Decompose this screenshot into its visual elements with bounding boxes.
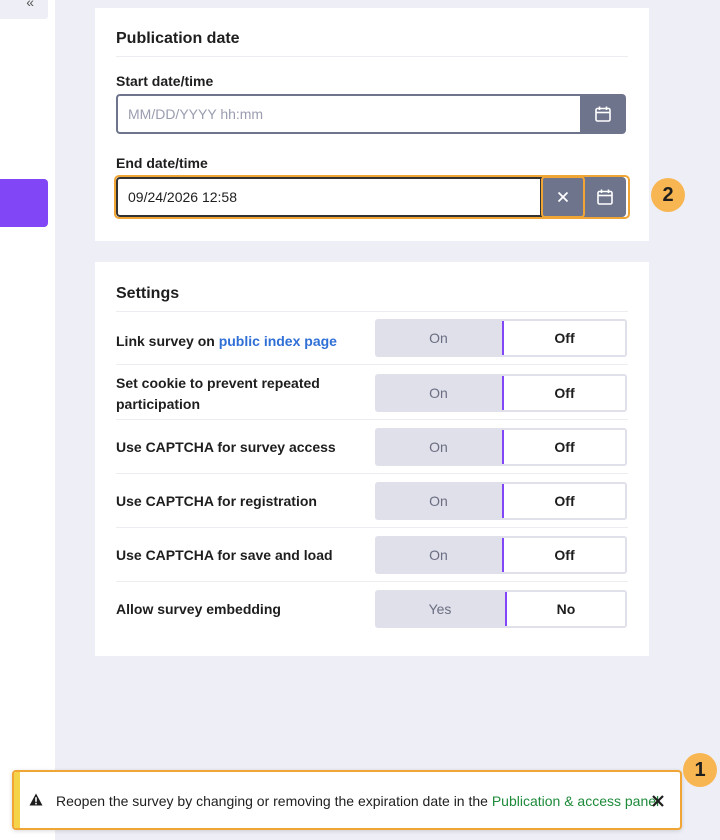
divider: [116, 581, 628, 582]
end-date-label: End date/time: [116, 155, 208, 171]
start-date-input[interactable]: MM/DD/YYYY hh:mm: [116, 94, 580, 134]
end-date-value: 09/24/2026 12:58: [128, 189, 237, 205]
toast-accent-bar: [14, 772, 20, 828]
expiration-toast: Reopen the survey by changing or removin…: [12, 770, 682, 830]
toggle-off-option[interactable]: Off: [502, 484, 625, 518]
step-badge-1: 1: [683, 753, 717, 787]
publication-date-card: Publication date Start date/time MM/DD/Y…: [95, 8, 649, 241]
start-calendar-button[interactable]: [580, 94, 626, 134]
toggle-off-option[interactable]: Off: [502, 538, 625, 572]
setting-row-captcha-access: Use CAPTCHA for survey access On Off: [116, 428, 628, 474]
toggle-on-option[interactable]: On: [377, 376, 500, 410]
settings-title: Settings: [116, 285, 180, 302]
toggle-off-option[interactable]: Off: [502, 376, 625, 410]
cookie-toggle: On Off: [375, 374, 627, 412]
divider: [116, 364, 628, 365]
close-icon: [557, 191, 569, 203]
sidebar-active-item[interactable]: [0, 179, 48, 227]
setting-row-captcha-registration: Use CAPTCHA for registration On Off: [116, 482, 628, 528]
setting-label: Use CAPTCHA for save and load: [116, 547, 333, 563]
captcha-save-load-toggle: On Off: [375, 536, 627, 574]
divider: [116, 473, 628, 474]
divider: [116, 56, 628, 57]
setting-label: Allow survey embedding: [116, 601, 281, 617]
setting-label-text: Link survey on: [116, 333, 219, 349]
settings-card: Settings Link survey on public index pag…: [95, 262, 649, 656]
toggle-yes-option[interactable]: Yes: [377, 592, 503, 626]
divider: [116, 527, 628, 528]
warning-icon: [29, 793, 43, 806]
toggle-off-option[interactable]: Off: [502, 321, 625, 355]
toggle-on-option[interactable]: On: [377, 321, 500, 355]
toast-message-text: Reopen the survey by changing or removin…: [56, 793, 492, 809]
toast-message: Reopen the survey by changing or removin…: [56, 793, 659, 809]
setting-row-embedding: Allow survey embedding Yes No: [116, 590, 628, 636]
sidebar-collapse-button[interactable]: «: [0, 0, 48, 19]
setting-label: Use CAPTCHA for registration: [116, 493, 317, 509]
toggle-on-option[interactable]: On: [377, 430, 500, 464]
close-icon[interactable]: [651, 794, 665, 808]
toggle-on-option[interactable]: On: [377, 538, 500, 572]
setting-row-public-index: Link survey on public index page On Off: [116, 319, 628, 365]
start-date-placeholder: MM/DD/YYYY hh:mm: [128, 106, 264, 122]
clear-date-button[interactable]: [542, 177, 584, 217]
captcha-registration-toggle: On Off: [375, 482, 627, 520]
divider: [116, 311, 628, 312]
setting-label: Set cookie to prevent repeated participa…: [116, 375, 320, 412]
toggle-off-option[interactable]: Off: [502, 430, 625, 464]
end-calendar-button[interactable]: [584, 177, 626, 217]
public-index-link[interactable]: public index page: [219, 333, 337, 349]
start-date-label: Start date/time: [116, 73, 214, 89]
step-badge-2: 2: [651, 178, 685, 212]
publication-title: Publication date: [116, 30, 240, 47]
embedding-toggle: Yes No: [375, 590, 627, 628]
left-sidebar: «: [0, 0, 55, 840]
setting-label: Use CAPTCHA for survey access: [116, 439, 336, 455]
setting-row-captcha-save-load: Use CAPTCHA for save and load On Off: [116, 536, 628, 582]
captcha-access-toggle: On Off: [375, 428, 627, 466]
public-index-toggle: On Off: [375, 319, 627, 357]
end-date-input[interactable]: 09/24/2026 12:58: [116, 177, 542, 217]
toggle-on-option[interactable]: On: [377, 484, 500, 518]
divider: [116, 419, 628, 420]
toggle-no-option[interactable]: No: [505, 592, 625, 626]
calendar-icon: [597, 189, 613, 205]
calendar-icon: [595, 106, 611, 122]
publication-access-link[interactable]: Publication & access panel: [492, 793, 659, 809]
setting-label: Link survey on public index page: [116, 331, 346, 352]
collapse-icon: «: [26, 0, 34, 10]
